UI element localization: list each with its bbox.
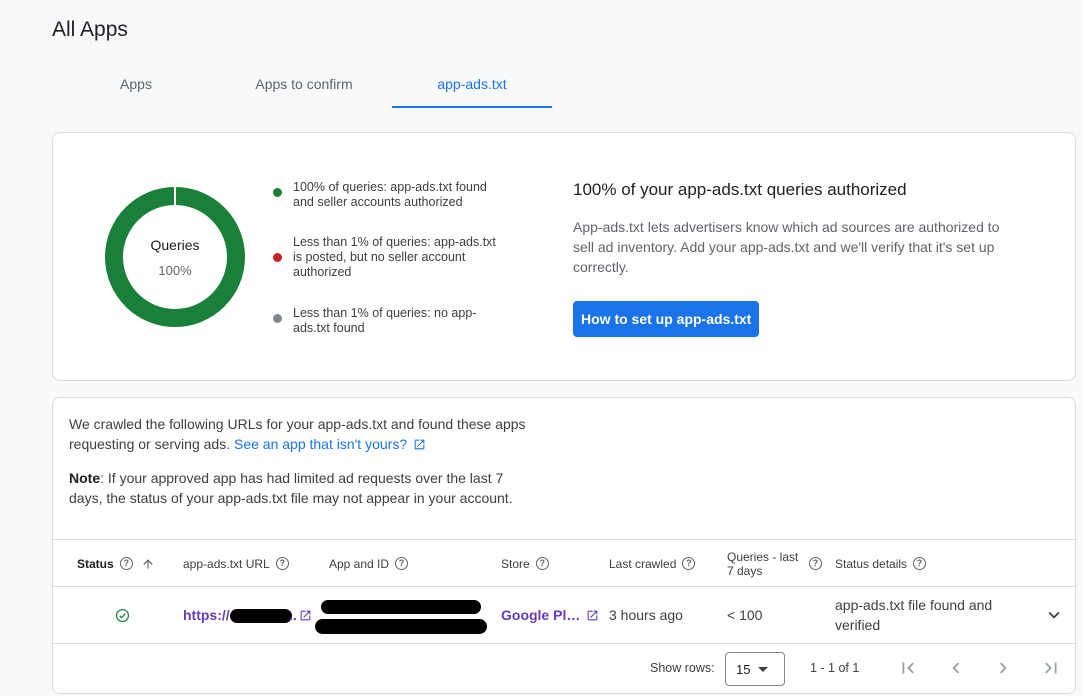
unknown-app-link[interactable]: See an app that isn't yours?: [234, 436, 426, 452]
url-open-cell: [299, 587, 312, 643]
donut-label: Queries 100%: [103, 185, 247, 329]
tab-apps[interactable]: Apps: [94, 60, 178, 108]
check-circle-icon: [115, 608, 130, 622]
status-cell: [115, 587, 130, 643]
first-page-icon: [902, 662, 914, 674]
column-header-queries: Queries - last 7 days?: [727, 540, 822, 587]
url-cell: https://: [183, 587, 230, 643]
help-icon: ?: [809, 557, 822, 570]
open-in-new-icon: [587, 610, 598, 620]
redaction-mark: [230, 609, 292, 623]
status-details-cell: app-ads.txt file found and verified: [835, 597, 993, 633]
table-row[interactable]: https:// .. Google Pl… 3 hours ago < 100…: [53, 587, 1075, 644]
open-in-new-icon: [414, 439, 425, 450]
help-icon: ?: [535, 557, 549, 570]
last-page-button[interactable]: [1038, 655, 1064, 681]
column-header-last-crawled: Last crawled?: [609, 540, 696, 587]
chevron-right-icon: [999, 662, 1007, 674]
store-link[interactable]: Google Pl…: [501, 607, 580, 623]
note-text: : If your approved app has had limited a…: [69, 470, 513, 506]
gray-dot-icon: [273, 314, 282, 323]
redaction-mark: [315, 619, 487, 634]
chevron-down-icon: [1048, 611, 1060, 619]
crawl-results-card: We crawled the following URLs for your a…: [52, 397, 1076, 694]
donut-value: 100%: [158, 262, 192, 278]
help-icon: ?: [913, 557, 927, 570]
page-range: 1 - 1 of 1: [810, 661, 860, 675]
green-dot-icon: [273, 188, 282, 197]
help-icon: ?: [682, 557, 696, 570]
table-header: Status? app-ads.txt URL? App and ID? Sto…: [53, 539, 1075, 587]
sort-ascending-icon: [143, 558, 153, 569]
queries-cell: < 100: [727, 607, 763, 623]
store-cell: Google Pl…: [501, 587, 599, 643]
column-header-store: Store?: [501, 540, 549, 587]
tab-apps-to-confirm[interactable]: Apps to confirm: [222, 60, 386, 108]
page-title: All Apps: [52, 18, 128, 41]
column-header-app: App and ID?: [329, 540, 409, 587]
legend-text: Less than 1% of queries: no app-ads.txt …: [293, 306, 477, 335]
crawl-note: Note: If your approved app has had limit…: [69, 468, 539, 508]
chevron-left-icon: [952, 662, 960, 674]
summary-card: Queries 100% 100% of queries: app-ads.tx…: [52, 132, 1076, 381]
rows-per-page-select[interactable]: 15: [725, 652, 785, 686]
open-in-new-icon[interactable]: [299, 609, 312, 622]
pagination-bar: Show rows: 15 1 - 1 of 1: [53, 644, 1075, 693]
help-icon: ?: [395, 557, 409, 570]
note-label: Note: [69, 470, 101, 486]
last-page-icon: [1045, 662, 1057, 674]
previous-page-button[interactable]: [943, 655, 969, 681]
dropdown-caret-icon: [758, 667, 768, 672]
expand-row-button[interactable]: [1043, 587, 1065, 643]
url-ellipsis: ..: [289, 607, 297, 623]
crawl-intro: We crawled the following URLs for your a…: [69, 414, 539, 454]
column-header-url: app-ads.txt URL?: [183, 540, 289, 587]
help-icon: ?: [119, 557, 133, 570]
show-rows-label: Show rows:: [650, 661, 715, 675]
redaction-mark: [321, 600, 481, 614]
summary-heading: 100% of your app-ads.txt queries authori…: [573, 180, 907, 199]
app-ads-url-link[interactable]: https://: [183, 607, 230, 623]
legend-text: 100% of queries: app-ads.txt found and s…: [293, 180, 487, 209]
tab-app-ads-txt[interactable]: app-ads.txt: [392, 60, 552, 108]
setup-guide-button[interactable]: How to set up app-ads.txt: [573, 301, 760, 337]
legend-text: Less than 1% of queries: app-ads.txt is …: [293, 235, 496, 279]
red-dot-icon: [273, 253, 282, 262]
last-crawled-cell: 3 hours ago: [609, 607, 683, 623]
next-page-button[interactable]: [990, 655, 1016, 681]
first-page-button[interactable]: [895, 655, 921, 681]
donut-title: Queries: [150, 236, 200, 253]
help-icon: ?: [275, 557, 289, 570]
summary-description: App-ads.txt lets advertisers know which …: [573, 219, 1000, 275]
column-header-status[interactable]: Status?: [77, 540, 155, 587]
column-header-status-details: Status details?: [835, 540, 927, 587]
